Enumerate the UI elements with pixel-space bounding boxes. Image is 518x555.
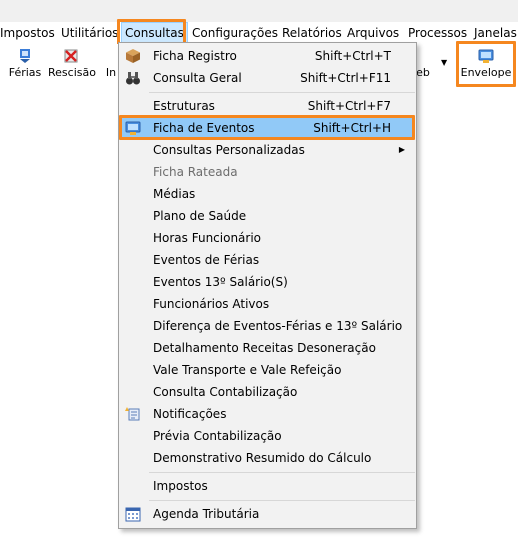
ferias-icon bbox=[20, 49, 30, 63]
menu-item-consulta-geral[interactable]: Consulta Geral Shift+Ctrl+F11 bbox=[121, 67, 415, 89]
menu-item-diferenca-de-eventos[interactable]: Diferença de Eventos-Férias e 13º Salári… bbox=[121, 315, 415, 337]
menubar: Impostos Utilitários Consultas Configura… bbox=[0, 22, 518, 44]
menu-item-consulta-contabilizacao[interactable]: Consulta Contabilização bbox=[121, 381, 415, 403]
menu-item-plano-de-saude[interactable]: Plano de Saúde bbox=[121, 205, 415, 227]
menu-relatorios[interactable]: Relatórios bbox=[282, 22, 342, 44]
toolbar-dropdown-arrow-icon[interactable]: ▼ bbox=[441, 58, 447, 67]
menu-consultas[interactable]: Consultas bbox=[121, 22, 188, 44]
menu-item-ficha-registro[interactable]: Ficha Registro Shift+Ctrl+T bbox=[121, 45, 415, 67]
menu-item-medias[interactable]: Médias bbox=[121, 183, 415, 205]
computer-icon bbox=[125, 121, 141, 135]
menu-item-funcionarios-ativos[interactable]: Funcionários Ativos bbox=[121, 293, 415, 315]
submenu-arrow-icon: ▶ bbox=[398, 145, 405, 154]
menu-item-demonstrativo-resumido[interactable]: Demonstrativo Resumido do Cálculo bbox=[121, 447, 415, 469]
envelope-button[interactable]: Envelope bbox=[460, 48, 512, 88]
notification-icon bbox=[125, 407, 140, 421]
menu-item-ficha-rateada: Ficha Rateada bbox=[153, 165, 238, 179]
menu-separator bbox=[149, 92, 415, 93]
menu-processos[interactable]: Processos bbox=[408, 22, 467, 44]
calendar-icon bbox=[125, 507, 141, 522]
menu-item-horas-funcionario[interactable]: Horas Funcionário bbox=[121, 227, 415, 249]
menu-impostos[interactable]: Impostos bbox=[0, 22, 55, 44]
menu-configuracoes[interactable]: Configurações bbox=[192, 22, 278, 44]
menu-item-estruturas[interactable]: Estruturas Shift+Ctrl+F7 bbox=[121, 95, 415, 117]
menu-item-eventos-13-salario[interactable]: Eventos 13º Salário(S) bbox=[121, 271, 415, 293]
envelope-icon bbox=[478, 49, 494, 63]
rescisao-icon bbox=[64, 49, 78, 63]
rescisao-button[interactable]: Rescisão bbox=[48, 48, 96, 88]
menu-separator bbox=[149, 500, 415, 501]
binoculars-icon bbox=[126, 72, 140, 85]
ferias-button[interactable]: Férias bbox=[8, 48, 42, 88]
menu-item-ficha-de-eventos[interactable]: Ficha de Eventos Shift+Ctrl+H bbox=[121, 117, 415, 139]
partial-toolbar-button[interactable]: In bbox=[104, 48, 118, 88]
menu-item-impostos[interactable]: Impostos bbox=[121, 475, 415, 497]
menu-janelas[interactable]: Janelas bbox=[474, 22, 517, 44]
menu-item-eventos-de-ferias[interactable]: Eventos de Férias bbox=[121, 249, 415, 271]
menu-utilitarios[interactable]: Utilitários bbox=[61, 22, 118, 44]
menu-item-previa-contabilizacao[interactable]: Prévia Contabilização bbox=[121, 425, 415, 447]
menu-item-agenda-tributaria[interactable]: Agenda Tributária bbox=[121, 503, 415, 525]
consultas-dropdown: Ficha Registro Shift+Ctrl+T Consulta Ger… bbox=[118, 42, 417, 529]
menu-item-consultas-personalizadas[interactable]: Consultas Personalizadas ▶ bbox=[121, 139, 415, 161]
menu-separator bbox=[149, 472, 415, 473]
menu-item-notificacoes[interactable]: Notificações bbox=[121, 403, 415, 425]
box-icon bbox=[126, 49, 140, 63]
web-toolbar-button[interactable]: eb bbox=[416, 48, 430, 88]
menu-arquivos[interactable]: Arquivos bbox=[347, 22, 399, 44]
menu-item-vale-transporte[interactable]: Vale Transporte e Vale Refeição bbox=[121, 359, 415, 381]
menu-item-detalhamento-receitas[interactable]: Detalhamento Receitas Desoneração bbox=[121, 337, 415, 359]
